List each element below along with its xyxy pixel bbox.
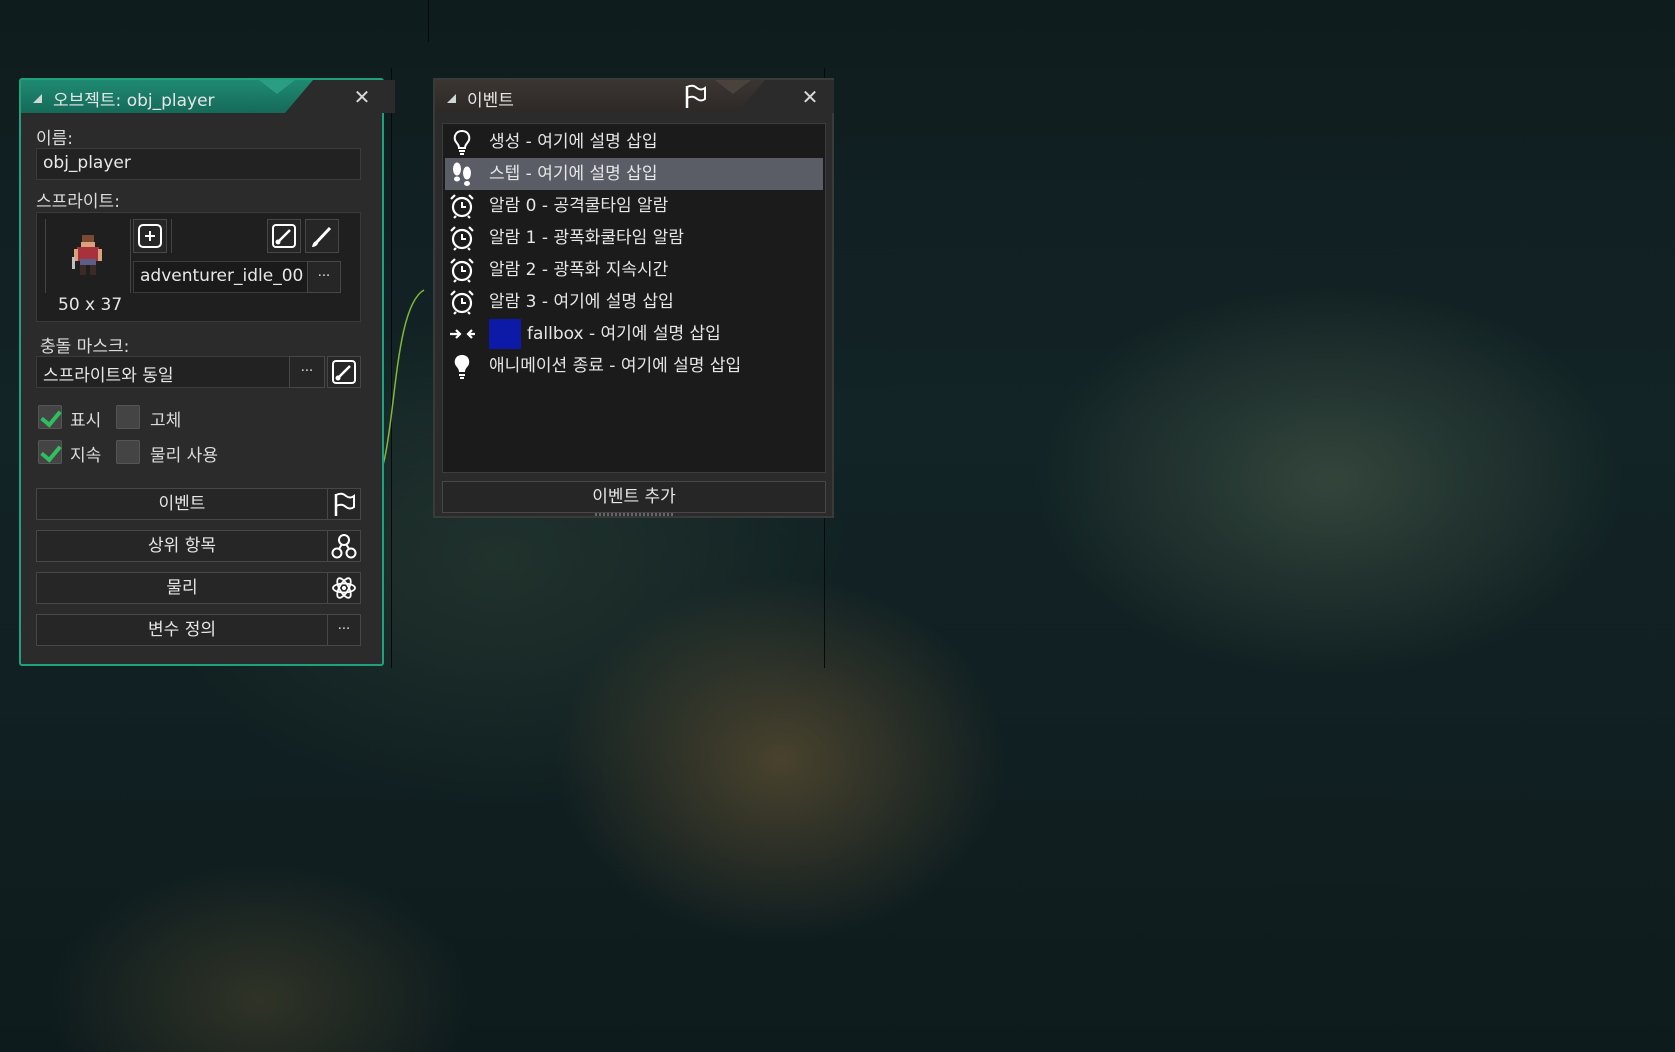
event-item-label: 알람 1 - 광폭화쿨타임 알람: [489, 228, 684, 248]
collapse-icon[interactable]: [33, 94, 42, 103]
collision-mask-field[interactable]: 스프라이트와 동일: [36, 356, 290, 388]
object-panel-titlebar[interactable]: 오브젝트: obj_player ✕: [21, 80, 395, 113]
visible-label: 표시: [70, 411, 102, 431]
paint-sprite-button[interactable]: [305, 219, 339, 253]
titlebar-notch: [285, 80, 395, 113]
sprite-preview[interactable]: [45, 219, 131, 293]
uses-physics-checkbox[interactable]: [116, 440, 140, 464]
adventurer-sprite-image: [72, 235, 102, 275]
close-icon[interactable]: ✕: [799, 86, 821, 108]
physics-atom-button[interactable]: [327, 572, 361, 604]
events-panel: 이벤트 ✕ 생성 - 여기에 설명 삽입 스텝 - 여기에 설명 삽입 알람 0…: [433, 78, 834, 518]
sprite-box: 50 x 37 adventurer_idle_00 ···: [36, 212, 361, 322]
resize-grip[interactable]: [595, 513, 675, 516]
object-panel: 오브젝트: obj_player ✕ 이름: obj_player 스프라이트:…: [19, 78, 395, 666]
event-item-label: 알람 0 - 공격쿨타임 알람: [489, 196, 669, 216]
titlebar-tab-notch: [715, 80, 751, 94]
variable-definitions-more-button[interactable]: ···: [327, 614, 361, 646]
lightbulb-outline-icon: [449, 129, 475, 155]
edit-sprite-button[interactable]: [267, 219, 301, 253]
event-item-label: 생성 - 여기에 설명 삽입: [489, 132, 658, 152]
variable-definitions-button[interactable]: 변수 정의: [36, 614, 328, 646]
lightbulb-filled-icon: [449, 353, 475, 379]
footsteps-icon: [449, 161, 475, 187]
event-item-alarm-1[interactable]: 알람 1 - 광폭화쿨타임 알람: [445, 222, 823, 254]
events-button[interactable]: 이벤트: [36, 488, 328, 520]
edit-image-icon: [332, 360, 356, 384]
collision-mask-label: 충돌 마스크:: [40, 337, 130, 357]
titlebar-tab-notch: [259, 80, 295, 94]
alarm-clock-icon: [449, 193, 475, 219]
new-sprite-button[interactable]: [133, 219, 167, 253]
events-panel-title: 이벤트: [467, 91, 514, 111]
collision-arrows-icon: [449, 321, 475, 347]
object-panel-title: 오브젝트: obj_player: [53, 91, 215, 111]
canvas-divider: [428, 0, 429, 42]
sprite-name-field[interactable]: adventurer_idle_00: [133, 261, 311, 293]
parent-button[interactable]: 상위 항목: [36, 530, 328, 562]
event-item-alarm-0[interactable]: 알람 0 - 공격쿨타임 알람: [445, 190, 823, 222]
sprite-size: 50 x 37: [58, 295, 123, 315]
hierarchy-icon: [331, 534, 357, 559]
edit-mask-button[interactable]: [327, 356, 361, 388]
event-item-label: 스텝 - 여기에 설명 삽입: [489, 164, 658, 184]
solid-checkbox[interactable]: [116, 405, 140, 429]
atom-icon: [332, 577, 356, 599]
event-item-label: 애니메이션 종료 - 여기에 설명 삽입: [489, 356, 742, 376]
alarm-clock-icon: [449, 257, 475, 283]
collapse-icon[interactable]: [447, 94, 456, 103]
event-item-alarm-2[interactable]: 알람 2 - 광폭화 지속시간: [445, 254, 823, 286]
flag-icon: [685, 84, 706, 108]
events-panel-titlebar[interactable]: 이벤트 ✕: [435, 80, 834, 113]
solid-label: 고체: [150, 411, 182, 431]
event-item-create[interactable]: 생성 - 여기에 설명 삽입: [445, 126, 823, 158]
persistent-label: 지속: [70, 446, 102, 466]
flag-icon: [334, 492, 355, 516]
event-item-animation-end[interactable]: 애니메이션 종료 - 여기에 설명 삽입: [445, 350, 823, 382]
event-item-step[interactable]: 스텝 - 여기에 설명 삽입: [445, 158, 823, 190]
uses-physics-label: 물리 사용: [150, 446, 218, 466]
events-flag-button[interactable]: [327, 488, 361, 520]
add-event-button[interactable]: 이벤트 추가: [442, 481, 826, 513]
physics-button[interactable]: 물리: [36, 572, 328, 604]
event-item-alarm-3[interactable]: 알람 3 - 여기에 설명 삽입: [445, 286, 823, 318]
brush-icon: [312, 226, 332, 247]
name-label: 이름:: [36, 129, 74, 149]
event-list[interactable]: 생성 - 여기에 설명 삽입 스텝 - 여기에 설명 삽입 알람 0 - 공격쿨…: [442, 123, 826, 473]
fallbox-sprite-swatch: [489, 319, 521, 349]
sprite-toolbar-divider: [171, 219, 172, 253]
collision-mask-browse-button[interactable]: ···: [289, 356, 325, 388]
event-item-collision-fallbox[interactable]: fallbox - 여기에 설명 삽입: [445, 318, 823, 350]
event-item-label: fallbox - 여기에 설명 삽입: [527, 324, 721, 344]
add-sprite-icon: [138, 224, 162, 248]
alarm-clock-icon: [449, 289, 475, 315]
name-input[interactable]: obj_player: [36, 148, 361, 180]
close-icon[interactable]: ✕: [351, 86, 373, 108]
edit-image-icon: [272, 224, 296, 248]
parent-hierarchy-button[interactable]: [327, 530, 361, 562]
event-item-label: 알람 3 - 여기에 설명 삽입: [489, 292, 674, 312]
alarm-clock-icon: [449, 225, 475, 251]
persistent-checkbox[interactable]: [38, 440, 62, 464]
sprite-label: 스프라이트:: [36, 192, 120, 212]
event-item-label: 알람 2 - 광폭화 지속시간: [489, 260, 669, 280]
visible-checkbox[interactable]: [38, 405, 62, 429]
sprite-browse-button[interactable]: ···: [307, 261, 341, 293]
